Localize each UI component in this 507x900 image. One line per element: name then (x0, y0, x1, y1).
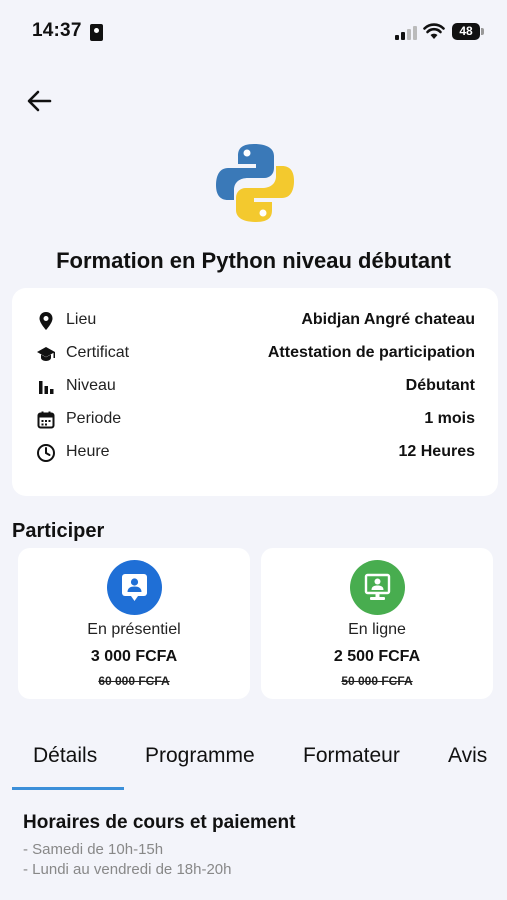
location-pin-icon (39, 312, 53, 330)
info-label: Niveau (66, 377, 116, 394)
clock-icon (37, 444, 55, 462)
person-card-icon (107, 560, 162, 615)
signal-icon (395, 26, 417, 40)
arrow-left-icon (27, 90, 52, 112)
sim-card-icon (90, 24, 103, 41)
option-price: 3 000 FCFA (90, 648, 178, 665)
info-label: Heure (66, 443, 110, 460)
status-time: 14:37 (32, 20, 82, 41)
info-value: 12 Heures (398, 443, 476, 460)
info-row-lieu: Lieu Abidjan Angré chateau (12, 309, 498, 333)
tab-details[interactable]: Détails (33, 744, 97, 768)
participate-title: Participer (12, 520, 105, 542)
info-value: Débutant (405, 377, 475, 394)
info-label: Lieu (66, 311, 97, 328)
tab-avis[interactable]: Avis (448, 744, 487, 768)
calendar-icon (37, 411, 55, 429)
tab-programme[interactable]: Programme (145, 744, 255, 768)
option-name: En présentiel (87, 621, 181, 638)
python-logo-icon (216, 144, 294, 222)
info-value: Abidjan Angré chateau (301, 311, 475, 328)
active-tab-indicator (12, 787, 124, 790)
tab-formateur[interactable]: Formateur (303, 744, 400, 768)
info-row-certificat: Certificat Attestation de participation (12, 342, 498, 366)
battery-indicator: 48 (452, 23, 484, 40)
status-bar: 14:37 48 (0, 0, 507, 66)
details-title: Horaires de cours et paiement (23, 812, 296, 833)
screen-person-icon (350, 560, 405, 615)
option-en-ligne-card[interactable]: En ligne 2 500 FCFA 50 000 FCFA (261, 548, 493, 699)
course-title: Formation en Python niveau débutant (56, 248, 451, 273)
option-name: En ligne (348, 621, 406, 638)
option-presentiel-card[interactable]: En présentiel 3 000 FCFA 60 000 FCFA (18, 548, 250, 699)
wifi-icon (423, 23, 445, 39)
bar-chart-icon (39, 381, 54, 394)
graduation-cap-icon (37, 347, 55, 361)
info-value: 1 mois (424, 410, 475, 427)
back-button[interactable] (24, 86, 56, 116)
option-old-price: 50 000 FCFA (341, 674, 413, 688)
schedule-line: - Samedi de 10h-15h (23, 841, 164, 858)
info-row-niveau: Niveau Débutant (12, 375, 498, 399)
info-label: Periode (66, 410, 122, 427)
schedule-line: - Lundi au vendredi de 18h-20h (23, 861, 232, 878)
tab-bar: Détails Programme Formateur Avis (0, 734, 507, 792)
option-price: 2 500 FCFA (333, 648, 421, 665)
info-label: Certificat (66, 344, 130, 361)
option-old-price: 60 000 FCFA (98, 674, 170, 688)
info-row-periode: Periode 1 mois (12, 408, 498, 432)
info-value: Attestation de participation (267, 344, 475, 361)
info-row-heure: Heure 12 Heures (12, 441, 498, 465)
details-section: Horaires de cours et paiement - Samedi d… (23, 812, 295, 880)
course-info-card: Lieu Abidjan Angré chateau Certificat At… (12, 288, 498, 496)
